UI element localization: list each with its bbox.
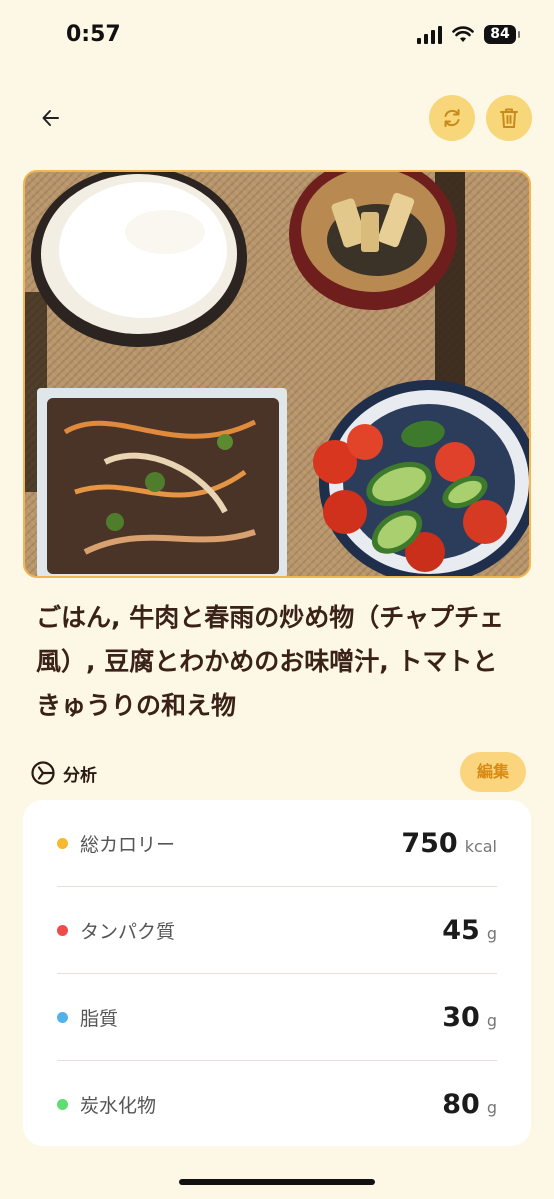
refresh-button[interactable] (429, 95, 475, 141)
analysis-label: 分析 (63, 766, 97, 786)
nutrition-name: タンパク質 (80, 920, 176, 943)
arrow-left-icon (42, 110, 59, 126)
fat-dot (57, 1011, 68, 1023)
delete-button[interactable] (486, 95, 532, 141)
nutrition-row-fat: 脂質 30 g (57, 974, 497, 1061)
nutrition-value: 80 (442, 1089, 480, 1120)
nutrition-value: 30 (442, 1001, 480, 1033)
meal-detail-screen: 0:57 84 ごはん, 牛肉と春雨の炒め物（チャプチェ風）, 豆腐とわかめのお… (0, 0, 554, 1199)
meal-photo (23, 170, 531, 578)
nutrition-row-calories: 総カロリー 750 kcal (57, 800, 497, 887)
cellular-signal-icon (417, 25, 442, 44)
nutrition-value: 750 (401, 827, 458, 859)
nutrition-unit: g (486, 923, 497, 943)
refresh-icon (444, 109, 460, 127)
nutrition-unit: g (486, 1098, 497, 1117)
nutrition-card: 総カロリー 750 kcal タンパク質 45 g 脂質 30 g 炭水化物 8… (23, 800, 531, 1146)
meal-title: ごはん, 牛肉と春雨の炒め物（チャプチェ風）, 豆腐とわかめのお味噌汁, トマト… (36, 603, 504, 720)
nutrition-row-carbs: 炭水化物 80 g (57, 1061, 497, 1148)
battery-icon: 84 (484, 25, 520, 44)
wifi-icon (452, 26, 474, 42)
nutrition-name: 脂質 (80, 1007, 119, 1030)
status-time: 0:57 (66, 22, 121, 47)
status-bar: 0:57 84 (0, 0, 554, 70)
back-button[interactable] (34, 101, 68, 135)
battery-level: 84 (490, 26, 510, 42)
carbs-dot (57, 1099, 68, 1110)
pie-chart-icon (31, 761, 55, 785)
protein-dot (57, 924, 68, 936)
trash-icon (500, 108, 518, 128)
nutrition-name: 炭水化物 (80, 1095, 157, 1117)
nutrition-unit: g (486, 1010, 497, 1030)
nutrition-row-protein: タンパク質 45 g (57, 887, 497, 974)
edit-button[interactable]: 編集 (460, 752, 526, 792)
nutrition-value: 45 (442, 914, 480, 946)
home-indicator (179, 1179, 375, 1185)
nutrition-unit: kcal (464, 836, 497, 856)
calories-dot (57, 837, 68, 849)
nutrition-name: 総カロリー (80, 833, 176, 856)
